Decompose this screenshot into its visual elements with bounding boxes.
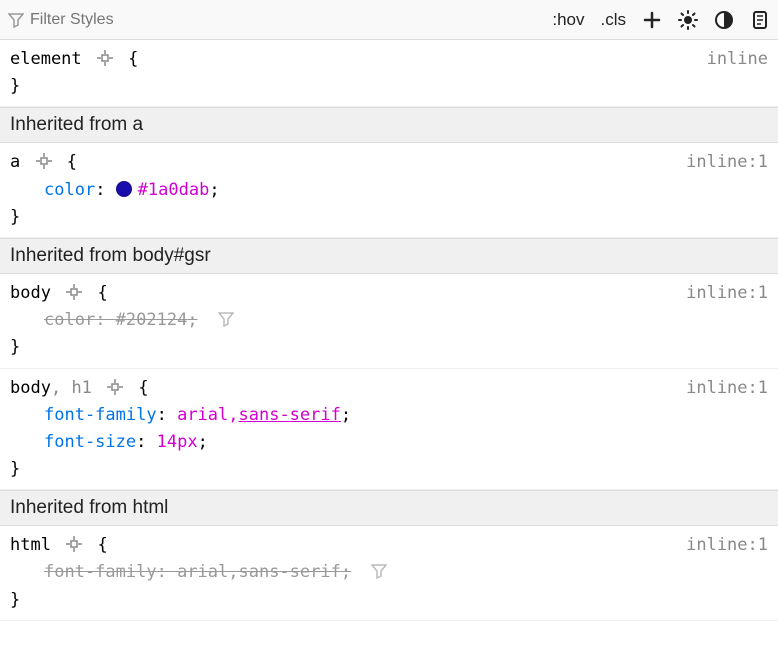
highlight-element-icon[interactable]: [65, 283, 83, 301]
selector[interactable]: body: [10, 378, 51, 398]
selector[interactable]: html: [10, 535, 51, 555]
selector[interactable]: element: [10, 49, 82, 69]
declaration-font-family-overridden[interactable]: font-family: arial,sans-serif;: [10, 559, 768, 586]
declaration-color[interactable]: color: #1a0dab;: [10, 177, 768, 204]
funnel-icon[interactable]: [371, 563, 387, 579]
property-name[interactable]: font-size: [44, 432, 136, 452]
rule-html[interactable]: inline:1 html { font-family: arial,sans-…: [0, 526, 778, 621]
filter-styles-input[interactable]: [30, 11, 552, 29]
property-value[interactable]: 14px: [157, 432, 198, 452]
inherited-header-a: Inherited from a: [0, 107, 778, 143]
toolbar-actions: :hov .cls: [552, 10, 770, 30]
highlight-element-icon[interactable]: [106, 378, 124, 396]
source-link[interactable]: inline: [707, 46, 768, 73]
declaration-font-family[interactable]: font-family: arial,sans-serif;: [10, 402, 768, 429]
highlight-element-icon[interactable]: [96, 49, 114, 67]
property-value[interactable]: arial,: [177, 405, 238, 425]
hov-toggle[interactable]: :hov: [552, 10, 584, 30]
inherited-header-body: Inherited from body#gsr: [0, 238, 778, 274]
filter-wrap: [8, 11, 552, 29]
light-mode-icon[interactable]: [678, 10, 698, 30]
property-value[interactable]: #202124: [116, 310, 188, 330]
funnel-icon: [8, 12, 24, 28]
property-value[interactable]: sans-serif: [239, 405, 341, 425]
inherited-header-html: Inherited from html: [0, 490, 778, 526]
add-rule-icon[interactable]: [642, 10, 662, 30]
dark-mode-icon[interactable]: [714, 10, 734, 30]
rule-body[interactable]: inline:1 body { color: #202124; }: [0, 274, 778, 369]
rule-body-h1[interactable]: inline:1 body, h1 { font-family: arial,s…: [0, 369, 778, 491]
declaration-font-size[interactable]: font-size: 14px;: [10, 429, 768, 456]
rule-a[interactable]: inline:1 a { color: #1a0dab; }: [0, 143, 778, 238]
cls-toggle[interactable]: .cls: [601, 10, 627, 30]
color-swatch-icon[interactable]: [116, 181, 132, 197]
source-link[interactable]: inline:1: [686, 532, 768, 559]
print-styles-icon[interactable]: [750, 10, 770, 30]
property-name[interactable]: color: [44, 180, 95, 200]
selector[interactable]: a: [10, 152, 20, 172]
source-link[interactable]: inline:1: [686, 149, 768, 176]
highlight-element-icon[interactable]: [65, 535, 83, 553]
rule-element[interactable]: inline element { }: [0, 40, 778, 107]
selector-unmatched[interactable]: h1: [71, 378, 91, 398]
property-name[interactable]: color: [44, 310, 95, 330]
declaration-color-overridden[interactable]: color: #202124;: [10, 307, 768, 334]
property-value[interactable]: #1a0dab: [138, 180, 210, 200]
source-link[interactable]: inline:1: [686, 280, 768, 307]
property-name[interactable]: font-family: [44, 405, 157, 425]
source-link[interactable]: inline:1: [686, 375, 768, 402]
property-name[interactable]: font-family: [44, 562, 157, 582]
funnel-icon[interactable]: [218, 311, 234, 327]
selector[interactable]: body: [10, 283, 51, 303]
property-value[interactable]: arial,sans-serif: [177, 562, 341, 582]
styles-toolbar: :hov .cls: [0, 0, 778, 40]
highlight-element-icon[interactable]: [35, 152, 53, 170]
